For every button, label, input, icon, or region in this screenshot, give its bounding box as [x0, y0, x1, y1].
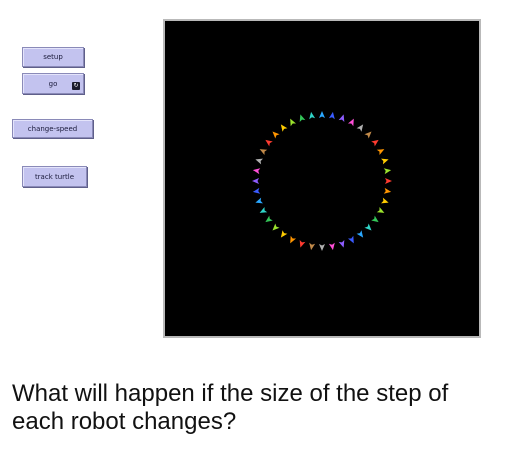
- go-button[interactable]: go ↻: [22, 73, 84, 94]
- change-speed-button-label: change-speed: [27, 124, 78, 133]
- world-view-frame: [163, 19, 481, 338]
- world-background: [165, 21, 479, 336]
- world-view[interactable]: [165, 21, 479, 336]
- question-text: What will happen if the size of the step…: [12, 380, 449, 435]
- setup-button-label: setup: [43, 53, 63, 61]
- go-button-label: go: [48, 79, 58, 88]
- forever-icon: ↻: [72, 82, 80, 90]
- track-turtle-button[interactable]: track turtle: [22, 166, 87, 187]
- track-turtle-button-label: track turtle: [34, 172, 75, 181]
- setup-button[interactable]: setup: [22, 47, 84, 67]
- change-speed-button[interactable]: change-speed: [12, 119, 93, 138]
